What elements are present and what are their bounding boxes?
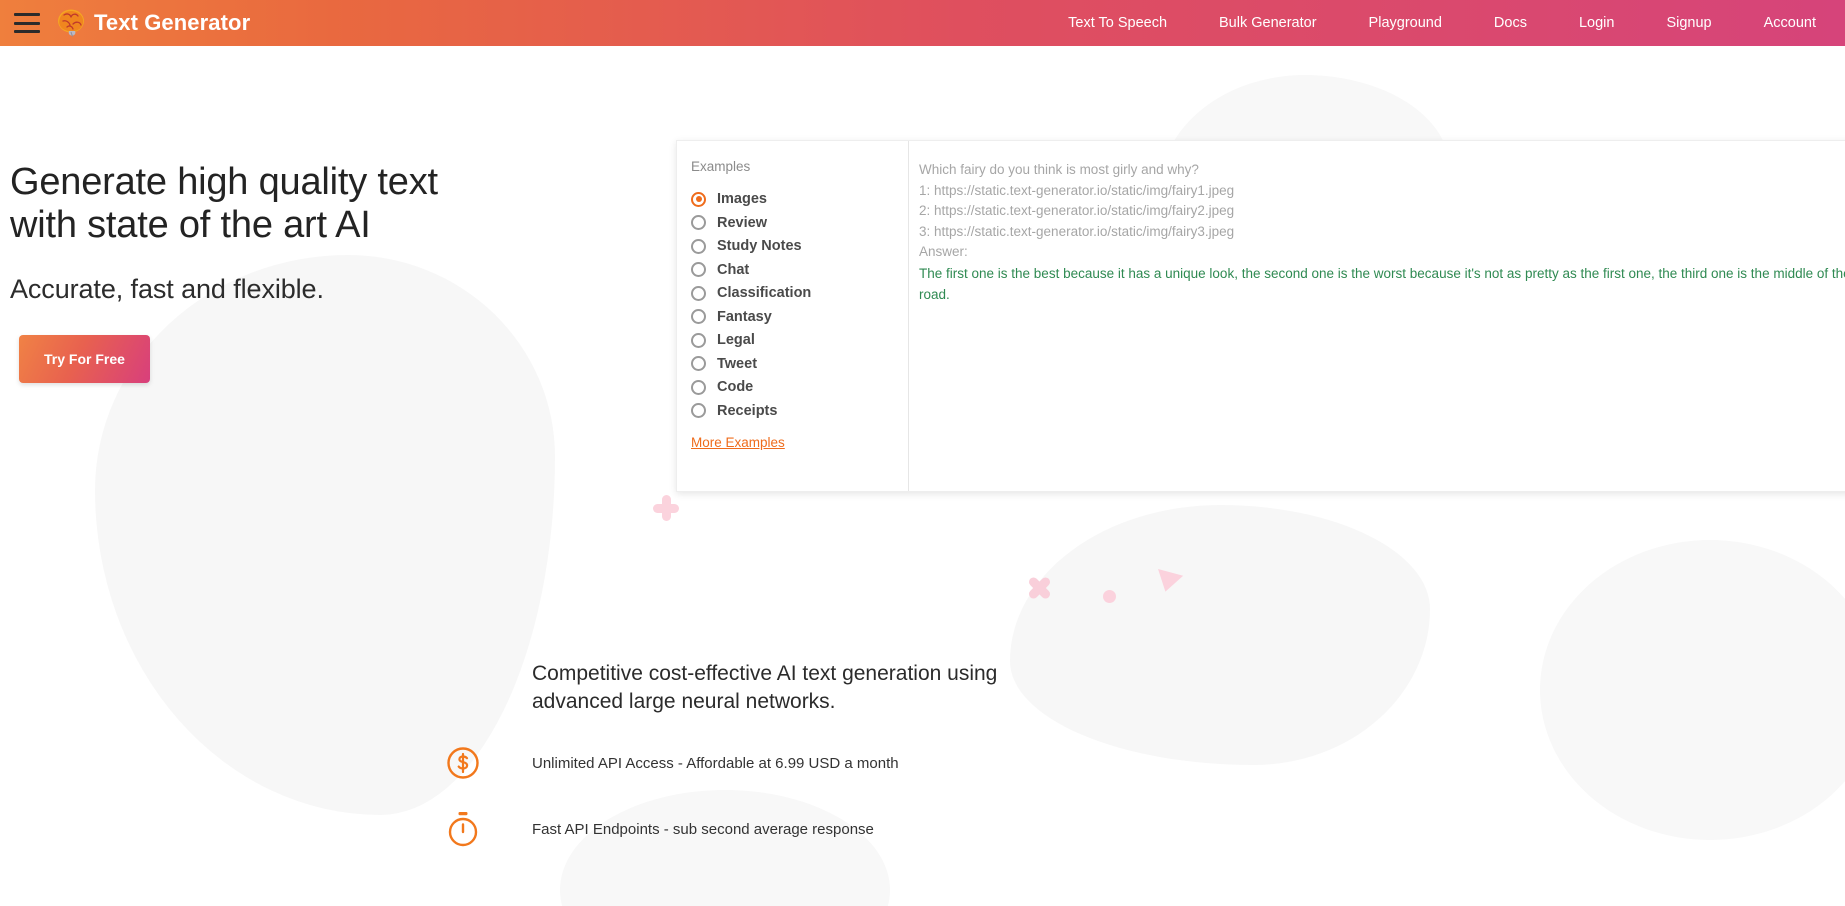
radio-icon-tweet[interactable] [691,356,706,371]
examples-label: Examples [691,159,908,174]
cross-decoration-icon [1026,575,1052,601]
radio-icon-code[interactable] [691,380,706,395]
features-section: Competitive cost-effective AI text gener… [532,660,1432,847]
nav-link-signup[interactable]: Signup [1640,11,1737,35]
brain-logo-icon [56,8,88,38]
brand-title: Text Generator [94,10,250,36]
example-option-label: Receipts [717,403,777,419]
examples-panel: Examples Images Review Study Notes Chat … [676,140,1845,492]
hero-copy: Generate high quality text with state of… [10,161,570,383]
preview-answer-text: The first one is the best because it has… [919,263,1845,307]
example-option-classification[interactable]: Classification [691,285,908,301]
example-option-label: Chat [717,262,749,278]
example-option-chat[interactable]: Chat [691,262,908,278]
plus-decoration-icon [653,495,679,521]
preview-image-url-2: 2: https://static.text-generator.io/stat… [919,201,1845,222]
brand-home-link[interactable]: Text Generator [56,8,250,38]
radio-icon-study-notes[interactable] [691,239,706,254]
more-examples-link[interactable]: More Examples [691,435,785,450]
radio-icon-classification[interactable] [691,286,706,301]
preview-answer-label: Answer: [919,242,1845,263]
radio-icon-receipts[interactable] [691,403,706,418]
page-title: Generate high quality text with state of… [10,161,570,247]
nav-link-docs[interactable]: Docs [1468,11,1553,35]
dot-decoration-icon [1103,590,1116,603]
background-blob-far-right [1540,540,1845,840]
example-option-study-notes[interactable]: Study Notes [691,238,908,254]
example-option-label: Code [717,379,753,395]
radio-icon-review[interactable] [691,215,706,230]
example-option-images[interactable]: Images [691,191,908,207]
nav-link-bulk-generator[interactable]: Bulk Generator [1193,11,1343,35]
example-option-tweet[interactable]: Tweet [691,356,908,372]
example-option-fantasy[interactable]: Fantasy [691,309,908,325]
hero-title-line-2: with state of the art AI [10,204,371,246]
feature-text-speed: Fast API Endpoints - sub second average … [532,821,874,838]
hamburger-menu-icon[interactable] [14,13,40,33]
example-option-code[interactable]: Code [691,379,908,395]
stopwatch-icon [440,811,486,847]
radio-icon-chat[interactable] [691,262,706,277]
feature-text-pricing: Unlimited API Access - Affordable at 6.9… [532,755,899,772]
example-option-label: Study Notes [717,238,802,254]
example-option-receipts[interactable]: Receipts [691,403,908,419]
example-option-label: Review [717,215,767,231]
feature-item-pricing: Unlimited API Access - Affordable at 6.9… [532,746,1432,780]
preview-image-url-1: 1: https://static.text-generator.io/stat… [919,181,1845,202]
example-option-label: Tweet [717,356,757,372]
try-for-free-button[interactable]: Try For Free [19,335,150,383]
nav-link-login[interactable]: Login [1553,11,1640,35]
primary-nav: Text To Speech Bulk Generator Playground… [1042,11,1830,35]
dollar-circle-icon [440,746,486,780]
example-preview: Which fairy do you think is most girly a… [909,141,1845,491]
hero-subtitle: Accurate, fast and flexible. [10,274,570,305]
features-headline: Competitive cost-effective AI text gener… [532,660,1002,715]
example-option-label: Fantasy [717,309,772,325]
preview-image-url-3: 3: https://static.text-generator.io/stat… [919,222,1845,243]
preview-prompt: Which fairy do you think is most girly a… [919,160,1845,181]
nav-link-text-to-speech[interactable]: Text To Speech [1042,11,1193,35]
nav-link-account[interactable]: Account [1738,11,1830,35]
example-option-label: Legal [717,332,755,348]
example-option-legal[interactable]: Legal [691,332,908,348]
top-navigation-bar: Text Generator Text To Speech Bulk Gener… [0,0,1845,46]
radio-icon-fantasy[interactable] [691,309,706,324]
triangle-decoration-icon [1153,569,1183,595]
example-option-review[interactable]: Review [691,215,908,231]
hero-title-line-1: Generate high quality text [10,161,438,203]
example-option-label: Images [717,191,767,207]
radio-icon-legal[interactable] [691,333,706,348]
examples-option-list: Examples Images Review Study Notes Chat … [677,141,909,491]
radio-icon-images[interactable] [691,192,706,207]
nav-link-playground[interactable]: Playground [1343,11,1468,35]
feature-item-speed: Fast API Endpoints - sub second average … [532,811,1432,847]
example-option-label: Classification [717,285,811,301]
